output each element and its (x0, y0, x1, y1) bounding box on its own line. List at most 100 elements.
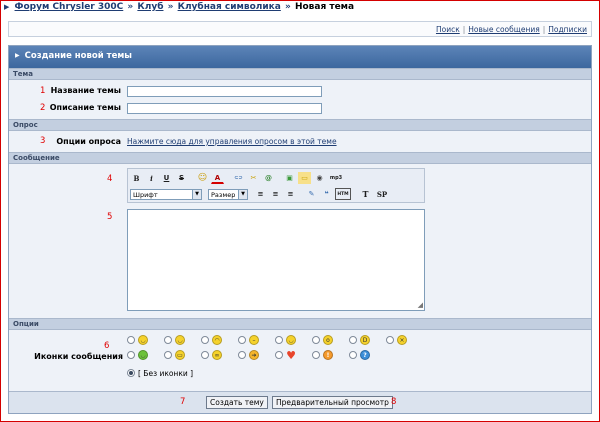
quote-icon[interactable]: ❝ (320, 188, 333, 200)
radio-button[interactable] (312, 351, 320, 359)
radio-button[interactable] (349, 351, 357, 359)
section-message: Сообщение (9, 152, 591, 164)
smile-icon: ◡ (138, 335, 148, 345)
font-select[interactable]: Шрифт ▼ (130, 188, 202, 200)
align-left-icon[interactable]: ≡ (254, 188, 267, 200)
toolbar-row-1: B i U S ☺ A ⊂⊃ ✂ @ ▣ ▭ ◉ mp3 (130, 171, 346, 185)
radio-button[interactable] (201, 351, 209, 359)
top-links-bar: Поиск | Новые сообщения | Подписки (8, 21, 592, 37)
arrow-icon: ➔ (249, 350, 259, 360)
panel-title: Создание новой темы (24, 51, 132, 61)
grin-icon: ▭ (175, 350, 185, 360)
underline-icon[interactable]: U (160, 172, 173, 184)
radio-button[interactable] (275, 336, 283, 344)
no-icon-option[interactable]: [ Без иконки ] (127, 367, 247, 379)
image-icon[interactable]: ▣ (283, 172, 296, 184)
poll-manage-link[interactable]: Нажмите сюда для управления опросом в эт… (127, 137, 337, 146)
message-icon-option[interactable]: ! (312, 349, 346, 361)
create-topic-button[interactable]: Создать тему (206, 396, 268, 409)
message-icon-option[interactable]: ◡ (127, 349, 161, 361)
radio-button-selected[interactable] (127, 369, 135, 377)
bold-icon[interactable]: B (130, 172, 143, 184)
breadcrumb-link-club[interactable]: Клуб (137, 2, 163, 12)
preview-button[interactable]: Предварительный просмотр (272, 396, 393, 409)
link-divider: | (542, 25, 546, 34)
align-right-icon[interactable]: ≡ (284, 188, 297, 200)
radio-button[interactable] (164, 351, 172, 359)
search-link[interactable]: Поиск (436, 25, 460, 34)
toolbar-row-2: Шрифт ▼ Размер ▼ ≡ ≡ ≡ ✎ ❝ HTM T SP (130, 187, 392, 201)
panel-header: ▶ Создание новой темы (9, 46, 591, 68)
marker-6: 6 (104, 341, 110, 351)
radio-button[interactable] (275, 351, 283, 359)
message-icon-option[interactable]: o (312, 334, 346, 346)
question-icon: ? (360, 350, 370, 360)
radio-button[interactable] (349, 336, 357, 344)
radio-button[interactable] (127, 351, 135, 359)
size-select[interactable]: Размер ▼ (208, 188, 248, 200)
message-icon-option[interactable]: × (386, 334, 420, 346)
radio-button[interactable] (238, 351, 246, 359)
heart-icon: ♥ (286, 348, 296, 362)
message-textarea[interactable]: ◢ (127, 209, 425, 311)
link-icon[interactable]: ⊂⊃ (232, 172, 245, 184)
message-icon-option[interactable]: ? (349, 349, 383, 361)
message-icon-option[interactable]: ➔ (238, 349, 272, 361)
panel-arrow-icon: ▶ (15, 52, 20, 59)
section-options: Опции (9, 318, 591, 330)
message-icon-option[interactable]: – (238, 334, 272, 346)
text-icon[interactable]: T (359, 188, 372, 200)
strikethrough-icon[interactable]: S (175, 172, 188, 184)
glasses-smiley-icon: ∞ (212, 350, 222, 360)
resize-grip-icon[interactable]: ◢ (418, 301, 423, 309)
edit-icon[interactable]: ✎ (305, 188, 318, 200)
chevron-down-icon: ▼ (192, 189, 201, 199)
new-messages-link[interactable]: Новые сообщения (468, 25, 539, 34)
laugh-icon: D (360, 335, 370, 345)
poll-options-label: Опции опроса (56, 137, 121, 146)
breadcrumb-separator: » (127, 2, 134, 12)
italic-icon[interactable]: i (145, 172, 158, 184)
message-icon-option[interactable]: D (349, 334, 383, 346)
font-select-value: Шрифт (133, 190, 158, 199)
title-input[interactable] (127, 86, 322, 97)
green-smiley-icon: ◡ (138, 350, 148, 360)
message-icon-option[interactable]: ◡ (275, 334, 309, 346)
radio-button[interactable] (127, 336, 135, 344)
new-topic-panel: ▶ Создание новой темы Тема 1 Название тем… (8, 45, 592, 414)
message-icon-option[interactable]: ▭ (164, 349, 198, 361)
breadcrumb-arrow-icon: ▶ (4, 3, 10, 11)
message-icon-option[interactable]: ◠ (201, 334, 235, 346)
spoiler-icon[interactable]: SP (374, 188, 390, 200)
message-icon-option[interactable]: ∞ (201, 349, 235, 361)
message-icon-option[interactable]: ♥ (275, 348, 309, 362)
radio-button[interactable] (164, 336, 172, 344)
code-icon[interactable]: HTM (335, 188, 351, 200)
breadcrumb: ▶ Форум Chrysler 300C » Клуб » Клубная с… (4, 2, 354, 12)
surprised-icon: o (323, 335, 333, 345)
cool-icon: ◡ (286, 335, 296, 345)
radio-button[interactable] (386, 336, 394, 344)
radio-button[interactable] (238, 336, 246, 344)
message-icon-option[interactable]: ◡ (164, 334, 198, 346)
breadcrumb-link-forum[interactable]: Форум Chrysler 300C (15, 2, 124, 12)
breadcrumb-link-symbols[interactable]: Клубная символика (178, 2, 281, 12)
folder-icon[interactable]: ▭ (298, 172, 311, 184)
align-center-icon[interactable]: ≡ (269, 188, 282, 200)
description-label: Описание темы (49, 103, 121, 112)
sad-icon: ◠ (212, 335, 222, 345)
media-icon[interactable]: ◉ (313, 172, 326, 184)
unlink-icon[interactable]: ✂ (247, 172, 260, 184)
message-icon-option[interactable]: ◡ (127, 334, 161, 346)
subscriptions-link[interactable]: Подписки (548, 25, 587, 34)
radio-button[interactable] (201, 336, 209, 344)
description-input[interactable] (127, 103, 322, 114)
link-divider: | (462, 25, 466, 34)
emoticon-icon[interactable]: ☺ (196, 172, 209, 184)
mp3-icon[interactable]: mp3 (328, 172, 344, 184)
email-icon[interactable]: @ (262, 172, 275, 184)
font-color-icon[interactable]: A (211, 172, 224, 184)
radio-button[interactable] (312, 336, 320, 344)
section-poll: Опрос (9, 119, 591, 131)
marker-8: 8 (391, 397, 397, 407)
